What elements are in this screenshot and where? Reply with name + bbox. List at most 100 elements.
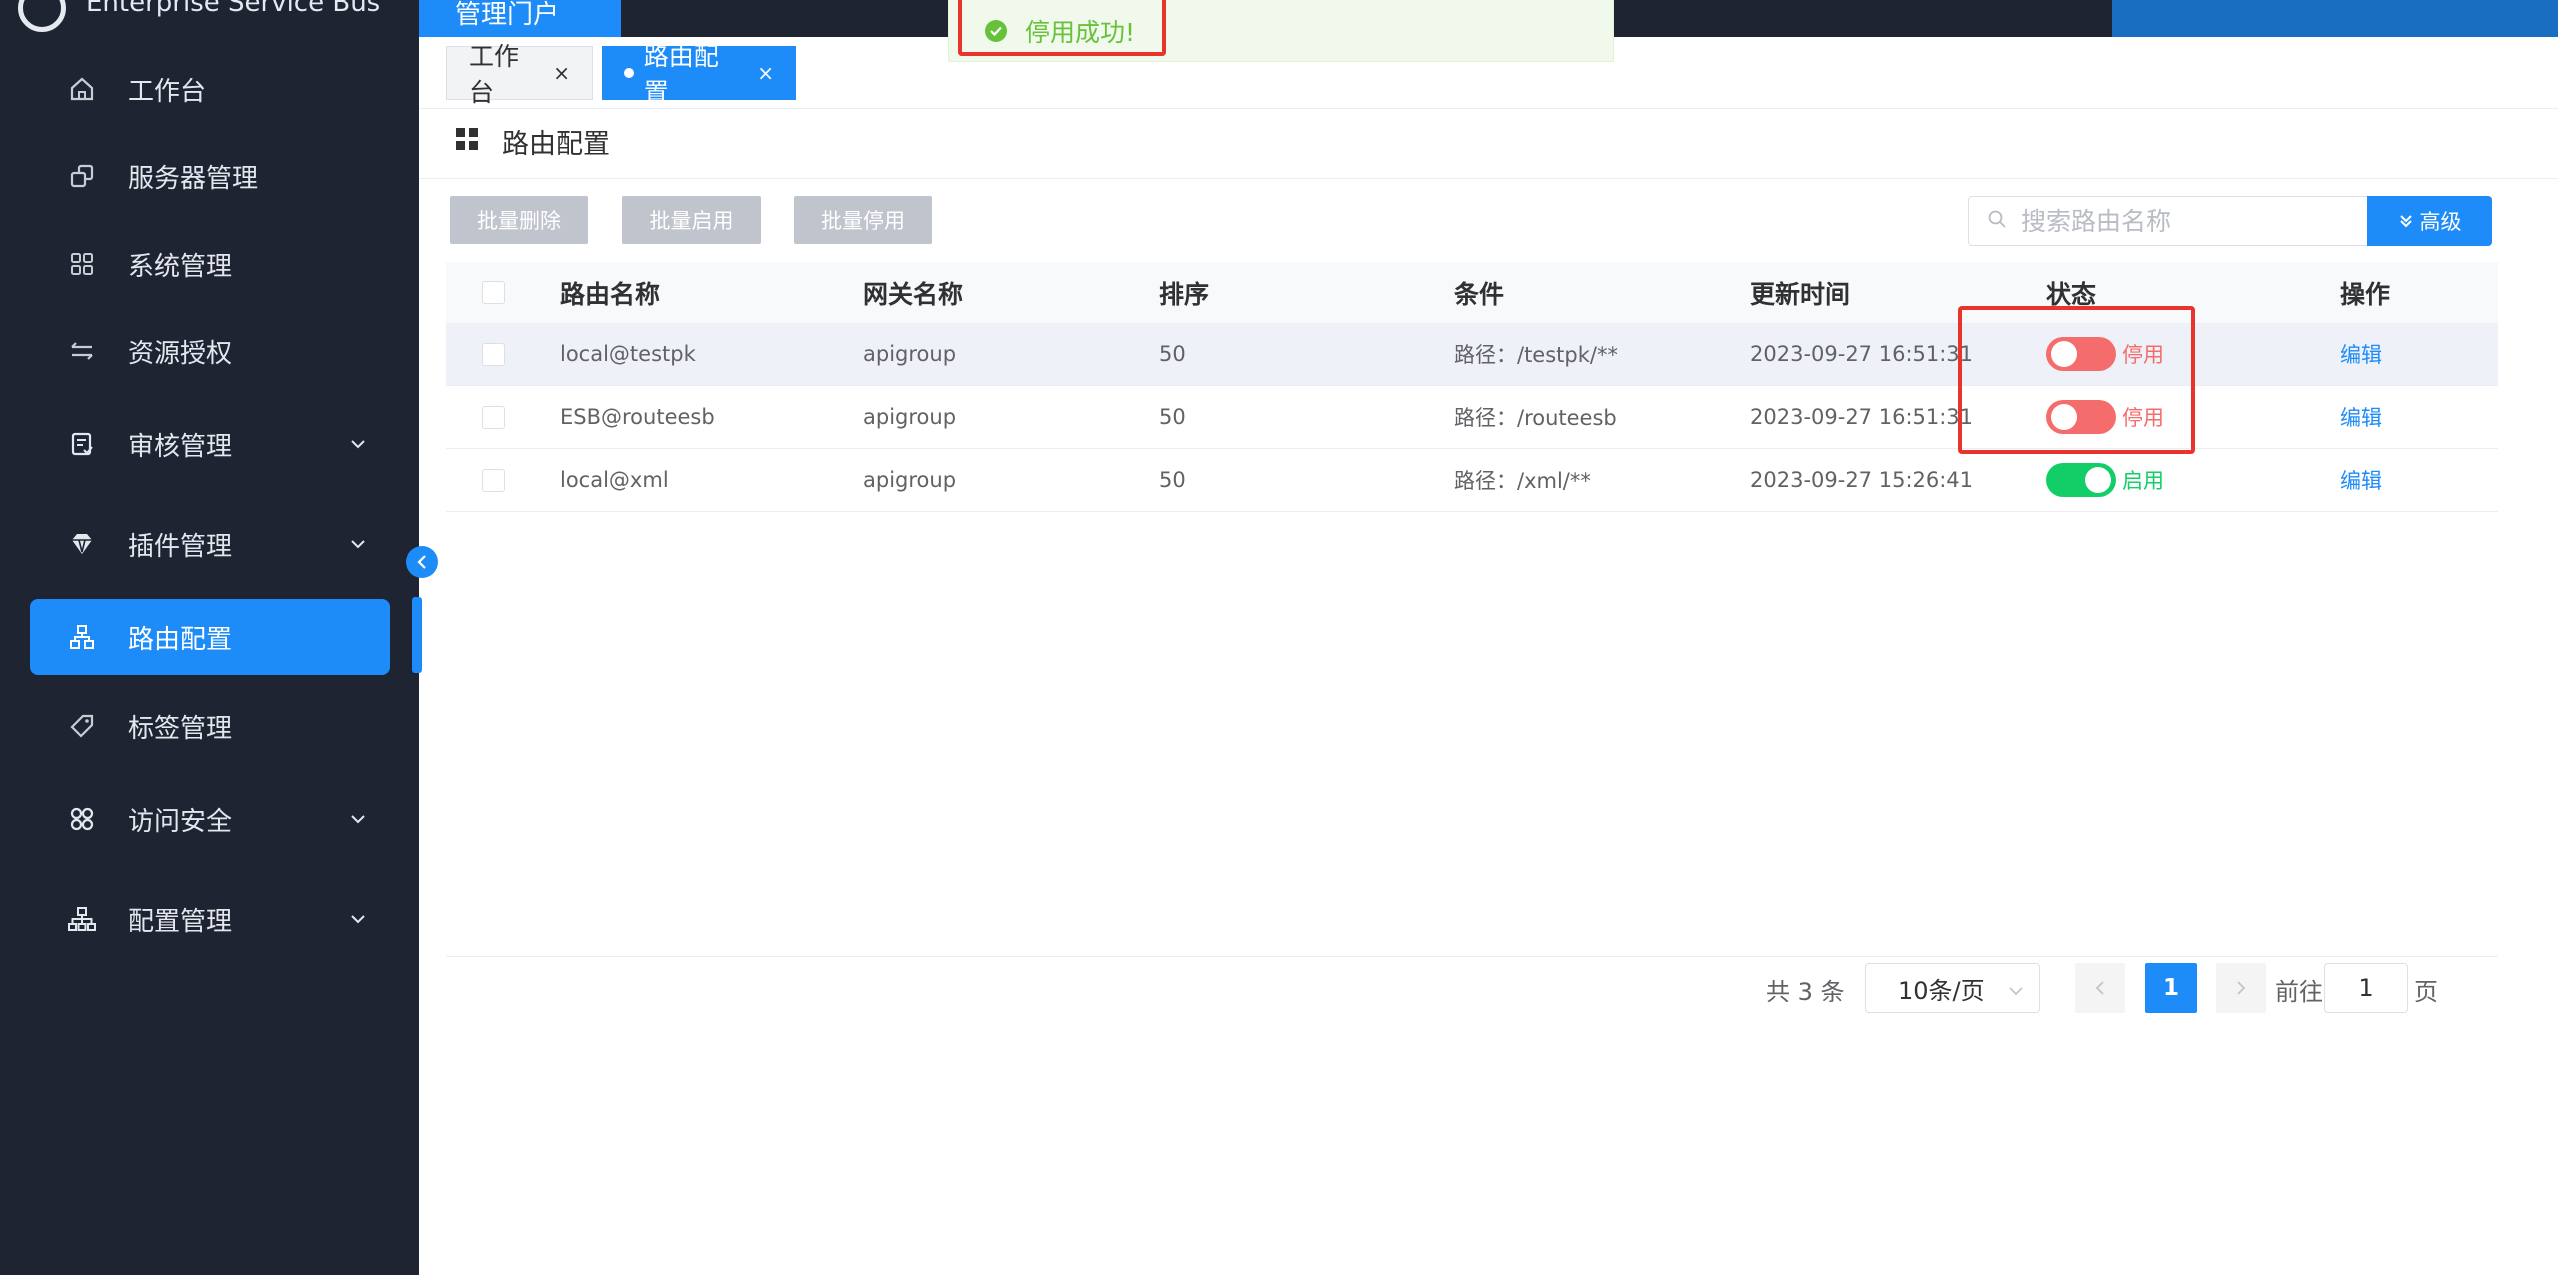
sidebar-item-label: 工作台	[128, 76, 207, 107]
sidebar-item-plugin[interactable]: 插件管理	[30, 506, 390, 582]
audit-icon	[62, 430, 102, 458]
column-header-condition: 条件	[1454, 279, 1505, 309]
active-marker	[412, 597, 422, 673]
route-name: local@testpk	[560, 342, 696, 366]
sort-value: 50	[1159, 468, 1186, 492]
select-all-checkbox[interactable]	[482, 281, 505, 304]
page-number-current[interactable]: 1	[2145, 963, 2197, 1013]
route-name: ESB@routeesb	[560, 405, 715, 429]
sidebar-item-route-config[interactable]: 路由配置	[30, 599, 390, 675]
brand-title: Enterprise Service Bus	[86, 0, 381, 18]
status-highlight-box	[1958, 306, 2195, 454]
sidebar-item-server[interactable]: 服务器管理	[30, 138, 390, 214]
column-header-route-name: 路由名称	[560, 279, 661, 309]
row-checkbox[interactable]	[482, 468, 505, 492]
page-suffix: 页	[2414, 978, 2438, 1006]
advanced-label: 高级	[2419, 210, 2462, 234]
page-title-text: 路由配置	[502, 129, 610, 160]
status-switch[interactable]: 启用	[2046, 463, 2164, 497]
batch-disable-button[interactable]: 批量停用	[794, 196, 932, 244]
goto-page-input[interactable]	[2324, 963, 2408, 1013]
page-title: 路由配置	[456, 122, 610, 161]
grid-icon	[62, 250, 102, 278]
collapse-sidebar-button[interactable]	[406, 546, 438, 578]
status-label: 启用	[2122, 469, 2164, 493]
sidebar-item-audit[interactable]: 审核管理	[30, 406, 390, 482]
sidebar-item-system[interactable]: 系统管理	[30, 226, 390, 302]
gateway-name: apigroup	[863, 405, 957, 429]
row-checkbox[interactable]	[482, 342, 505, 366]
page-size-select[interactable]: 10条/页	[1865, 963, 2040, 1013]
tab-label: 工作台	[469, 42, 520, 107]
sidebar-item-label: 系统管理	[128, 251, 233, 282]
search-input[interactable]	[2021, 206, 2351, 236]
sidebar-item-access-security[interactable]: 访问安全	[30, 781, 390, 857]
server-icon	[62, 162, 102, 190]
chevron-down-icon	[348, 439, 368, 449]
update-time: 2023-09-27 15:26:41	[1750, 468, 1974, 492]
close-icon[interactable]: ×	[553, 61, 570, 85]
brand: Enterprise Service Bus	[0, 0, 419, 38]
sidebar-item-label: 配置管理	[128, 906, 233, 937]
next-page-button[interactable]	[2216, 963, 2266, 1013]
update-time: 2023-09-27 16:51:31	[1750, 342, 1974, 366]
apps-icon	[456, 126, 478, 157]
condition: 路径：/testpk/**	[1454, 343, 1618, 367]
header-divider	[419, 178, 2558, 179]
top-right-area	[2112, 0, 2558, 37]
search-icon	[1987, 209, 2007, 233]
top-nav-portal-label: 管理门户	[455, 0, 560, 30]
condition: 路径：/xml/**	[1454, 469, 1591, 493]
edit-link[interactable]: 编辑	[2340, 465, 2382, 495]
tab-route-config[interactable]: 路由配置 ×	[602, 42, 796, 107]
logo-icon	[18, 0, 66, 32]
home-icon	[62, 75, 102, 103]
chevron-left-icon	[2095, 981, 2104, 995]
prev-page-button[interactable]	[2075, 963, 2125, 1013]
double-chevron-down-icon	[2398, 213, 2414, 229]
transfer-icon	[62, 337, 102, 365]
batch-delete-button[interactable]: 批量删除	[450, 196, 588, 244]
config-icon	[62, 905, 102, 933]
sidebar-item-config-manage[interactable]: 配置管理	[30, 881, 390, 957]
page-size-value: 10条/页	[1898, 976, 1985, 1005]
route-name: local@xml	[560, 468, 669, 492]
row-checkbox[interactable]	[482, 405, 505, 429]
active-dot-icon	[624, 68, 634, 78]
sidebar-item-label: 审核管理	[128, 431, 233, 462]
search-box	[1968, 196, 2368, 246]
close-icon[interactable]: ×	[757, 61, 774, 85]
chevron-down-icon	[2009, 974, 2023, 1002]
chevron-left-icon	[417, 555, 426, 569]
goto-label: 前往	[2275, 978, 2323, 1006]
sidebar-item-tag[interactable]: 标签管理	[30, 688, 390, 764]
diamond-icon	[62, 530, 102, 558]
gateway-name: apigroup	[863, 342, 957, 366]
edit-link[interactable]: 编辑	[2340, 402, 2382, 432]
gateway-name: apigroup	[863, 468, 957, 492]
sidebar-item-label: 访问安全	[128, 806, 233, 837]
chevron-down-icon	[348, 814, 368, 824]
chevron-right-icon	[2237, 981, 2246, 995]
chevron-down-icon	[348, 914, 368, 924]
column-header-sort: 排序	[1159, 279, 1210, 309]
pagination-divider	[446, 956, 2498, 957]
batch-enable-button[interactable]: 批量启用	[622, 196, 761, 244]
top-nav-portal[interactable]: 管理门户	[419, 0, 621, 37]
condition: 路径：/routeesb	[1454, 406, 1617, 430]
sidebar: Enterprise Service Bus 工作台 服务器管理 系统管理 资源…	[0, 0, 419, 1275]
tab-workbench[interactable]: 工作台 ×	[446, 42, 593, 107]
sidebar-item-resource-auth[interactable]: 资源授权	[30, 313, 390, 389]
sidebar-item-label: 标签管理	[128, 713, 233, 744]
sidebar-item-workbench[interactable]: 工作台	[30, 51, 390, 127]
sort-value: 50	[1159, 342, 1186, 366]
tag-icon	[62, 712, 102, 740]
advanced-search-button[interactable]: 高级	[2367, 196, 2492, 246]
pagination-total: 共 3 条	[1766, 978, 1845, 1006]
edit-link[interactable]: 编辑	[2340, 339, 2382, 369]
chevron-down-icon	[348, 539, 368, 549]
column-header-actions: 操作	[2340, 279, 2391, 309]
route-icon	[62, 623, 102, 651]
sidebar-item-label: 资源授权	[128, 338, 233, 369]
column-header-gateway: 网关名称	[863, 279, 964, 309]
